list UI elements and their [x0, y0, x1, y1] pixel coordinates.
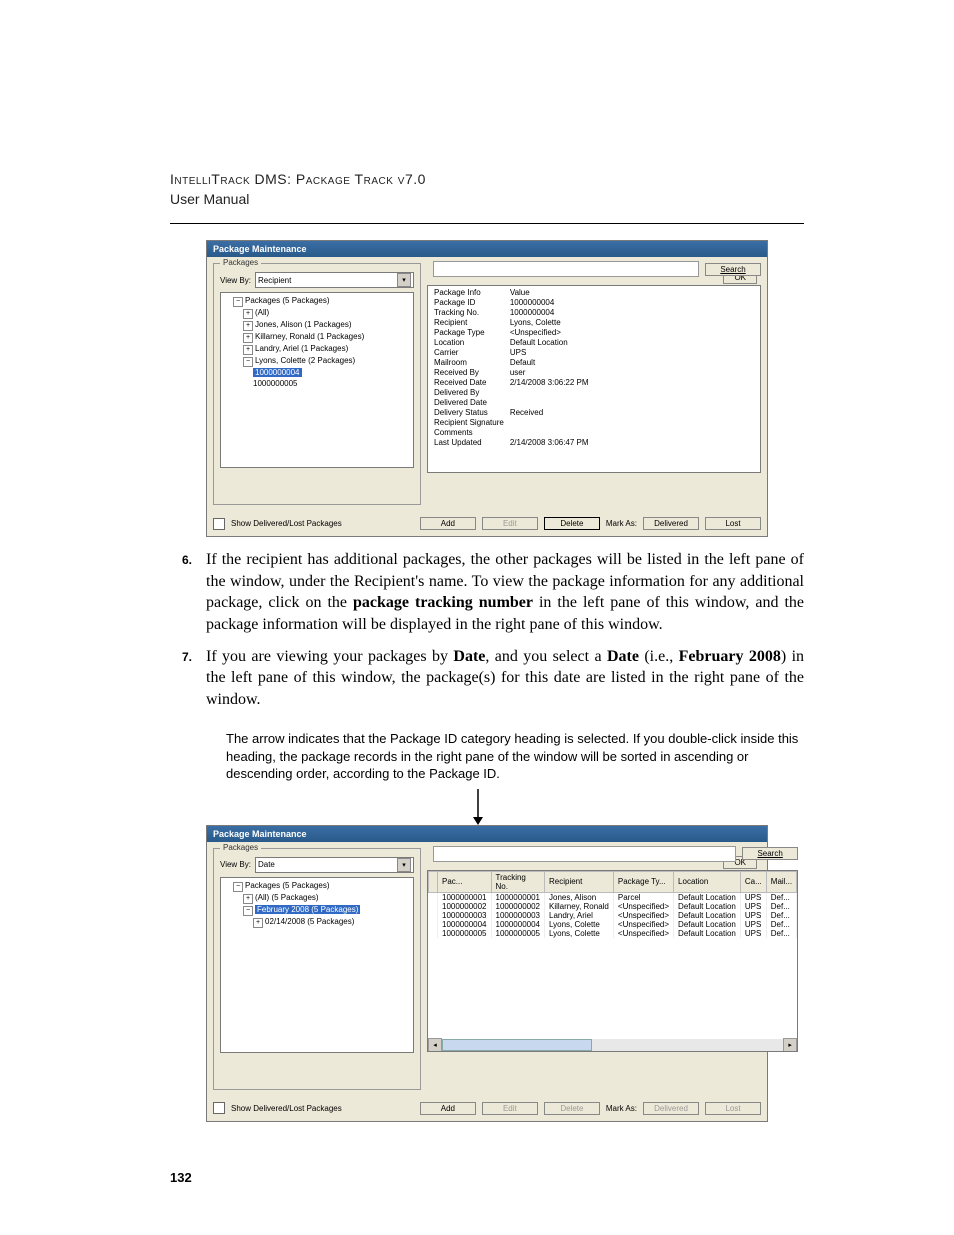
show-delivered-checkbox[interactable] — [213, 518, 225, 530]
search-button[interactable]: Search — [705, 263, 761, 276]
window-titlebar: Package Maintenance — [207, 241, 767, 257]
packages-group-label: Packages — [220, 258, 261, 267]
callout-arrow-icon — [470, 789, 804, 825]
grid-col-package-id[interactable]: Pac... — [438, 871, 492, 892]
grid-col-tracking[interactable]: Tracking No. — [491, 871, 545, 892]
table-row[interactable]: 10000000051000000005Lyons, Colette<Unspe… — [429, 929, 797, 938]
search-input[interactable] — [433, 261, 699, 277]
lost-button[interactable]: Lost — [705, 517, 761, 530]
add-button[interactable]: Add — [420, 517, 476, 530]
table-row[interactable]: 10000000021000000002Killarney, Ronald<Un… — [429, 902, 797, 911]
step-6: 6. If the recipient has additional packa… — [170, 549, 804, 635]
window-titlebar: Package Maintenance — [207, 826, 767, 842]
table-row[interactable]: 10000000031000000003Landry, Ariel<Unspec… — [429, 911, 797, 920]
edit-button[interactable]: Edit — [482, 517, 538, 530]
viewby-select[interactable]: Recipient ▾ — [255, 272, 414, 288]
tree-expand-icon[interactable]: + — [253, 918, 263, 928]
viewby-label: View By: — [220, 860, 251, 869]
markas-label: Mark As: — [606, 1104, 637, 1113]
step-7: 7. If you are viewing your packages by D… — [170, 646, 804, 711]
scroll-thumb[interactable] — [442, 1039, 592, 1051]
search-input[interactable] — [433, 846, 736, 862]
grid-col-selector[interactable] — [429, 871, 438, 892]
edit-button[interactable]: Edit — [482, 1102, 538, 1115]
manual-label: User Manual — [170, 190, 804, 210]
grid-col-package-type[interactable]: Package Ty... — [613, 871, 673, 892]
tree-collapse-icon[interactable]: − — [233, 297, 243, 307]
add-button[interactable]: Add — [420, 1102, 476, 1115]
viewby-label: View By: — [220, 276, 251, 285]
grid-col-location[interactable]: Location — [674, 871, 741, 892]
viewby-value: Recipient — [258, 276, 291, 285]
viewby-value: Date — [258, 860, 275, 869]
package-info-panel: Package InfoValue Package ID1000000004 T… — [427, 285, 761, 473]
step-number: 7. — [170, 646, 192, 711]
horizontal-scrollbar[interactable]: ◂ ▸ — [428, 1039, 797, 1051]
callout-text: The arrow indicates that the Package ID … — [226, 730, 804, 783]
package-tree[interactable]: −Packages (5 Packages) +(All) +Jones, Al… — [220, 292, 414, 468]
tree-expand-icon[interactable]: + — [243, 345, 253, 355]
delete-button[interactable]: Delete — [544, 517, 600, 530]
tree-expand-icon[interactable]: + — [243, 321, 253, 331]
viewby-select[interactable]: Date ▾ — [255, 857, 414, 873]
show-delivered-label: Show Delivered/Lost Packages — [231, 519, 342, 528]
lost-button[interactable]: Lost — [705, 1102, 761, 1115]
delivered-button[interactable]: Delivered — [643, 517, 699, 530]
table-row[interactable]: 10000000041000000004Lyons, Colette<Unspe… — [429, 920, 797, 929]
table-row[interactable]: 10000000011000000001Jones, AlisonParcelD… — [429, 892, 797, 902]
search-button[interactable]: Search — [742, 847, 798, 860]
scroll-right-icon[interactable]: ▸ — [783, 1038, 797, 1052]
grid-col-recipient[interactable]: Recipient — [545, 871, 614, 892]
chevron-down-icon: ▾ — [397, 273, 411, 287]
tree-collapse-icon[interactable]: − — [243, 906, 253, 916]
figure-package-maintenance-recipient: Package Maintenance OK Packages View By:… — [206, 240, 768, 537]
delivered-button[interactable]: Delivered — [643, 1102, 699, 1115]
package-tree[interactable]: −Packages (5 Packages) +(All) (5 Package… — [220, 877, 414, 1053]
step-number: 6. — [170, 549, 192, 635]
show-delivered-checkbox[interactable] — [213, 1102, 225, 1114]
figure-package-maintenance-date: Package Maintenance OK Packages View By:… — [206, 825, 768, 1122]
tree-leaf[interactable]: 1000000004 — [253, 367, 411, 378]
package-grid[interactable]: Pac... Tracking No. Recipient Package Ty… — [427, 870, 798, 1052]
page-number: 132 — [170, 1170, 192, 1185]
grid-col-mailroom[interactable]: Mail... — [766, 871, 796, 892]
delete-button[interactable]: Delete — [544, 1102, 600, 1115]
show-delivered-label: Show Delivered/Lost Packages — [231, 1104, 342, 1113]
grid-col-carrier[interactable]: Ca... — [740, 871, 766, 892]
packages-group-label: Packages — [220, 843, 261, 852]
tree-collapse-icon[interactable]: − — [233, 882, 243, 892]
tree-expand-icon[interactable]: + — [243, 894, 253, 904]
chevron-down-icon: ▾ — [397, 858, 411, 872]
markas-label: Mark As: — [606, 519, 637, 528]
tree-leaf[interactable]: 1000000005 — [253, 378, 411, 389]
product-title: IntelliTrack DMS: Package Track v7.0 — [170, 170, 804, 190]
tree-collapse-icon[interactable]: − — [243, 357, 253, 367]
tree-expand-icon[interactable]: + — [243, 333, 253, 343]
running-header: IntelliTrack DMS: Package Track v7.0 Use… — [170, 170, 804, 209]
header-rule — [170, 223, 804, 224]
scroll-left-icon[interactable]: ◂ — [428, 1038, 442, 1052]
tree-expand-icon[interactable]: + — [243, 309, 253, 319]
